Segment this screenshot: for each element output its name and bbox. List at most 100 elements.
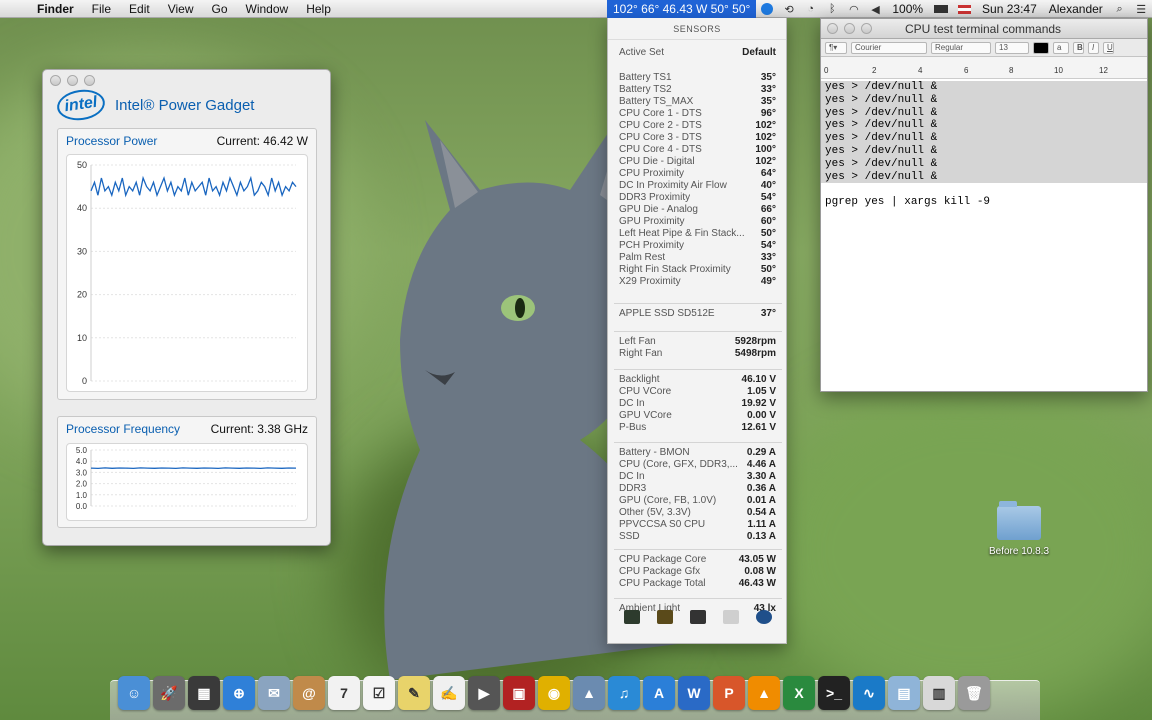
battery-icon[interactable] xyxy=(934,2,949,16)
itunes-icon[interactable]: ♫ xyxy=(608,676,640,710)
menu-edit[interactable]: Edit xyxy=(120,0,159,18)
sensor-row[interactable]: CPU Core 3 - DTS 102° xyxy=(608,132,788,144)
active-set-row[interactable]: Active Set Default xyxy=(608,47,788,59)
sensor-row[interactable]: DDR3 Proximity 54° xyxy=(608,192,788,204)
memory-icon[interactable] xyxy=(657,610,674,624)
launchpad-icon[interactable]: 🚀 xyxy=(153,676,185,710)
volume-icon[interactable]: ◀ xyxy=(870,2,882,16)
paragraph-style-select[interactable]: ¶▾ xyxy=(825,41,847,54)
menu-window[interactable]: Window xyxy=(237,0,298,18)
mail-icon[interactable]: ✉ xyxy=(258,676,290,710)
powerpoint-icon[interactable]: P xyxy=(713,676,745,710)
photo-booth-icon[interactable]: ▣ xyxy=(503,676,535,710)
sensor-row[interactable]: GPU Proximity 60° xyxy=(608,216,788,228)
time-machine-icon[interactable]: ⟲ xyxy=(783,2,795,16)
italic-button[interactable]: I xyxy=(1088,41,1099,54)
minimize-button[interactable] xyxy=(67,75,78,86)
sensor-row[interactable]: P-Bus 12.61 V xyxy=(608,422,788,434)
menu-help[interactable]: Help xyxy=(297,0,340,18)
word-icon[interactable]: W xyxy=(678,676,710,710)
facetime-icon[interactable]: ▶ xyxy=(468,676,500,710)
sensor-row[interactable]: PCH Proximity 54° xyxy=(608,240,788,252)
sensor-row[interactable]: CPU Core 2 - DTS 102° xyxy=(608,120,788,132)
close-button[interactable] xyxy=(827,23,838,34)
sensor-row[interactable]: PPVCCSA S0 CPU 1.11 A xyxy=(608,519,788,531)
sensor-row[interactable]: Backlight 46.10 V xyxy=(608,374,788,386)
sensor-row[interactable]: GPU Die - Analog 66° xyxy=(608,204,788,216)
contacts-icon[interactable]: @ xyxy=(293,676,325,710)
sensor-row[interactable]: Other (5V, 3.3V) 0.54 A xyxy=(608,507,788,519)
sensor-row[interactable]: CPU Core 1 - DTS 96° xyxy=(608,108,788,120)
trash-icon[interactable]: 🗑 xyxy=(958,676,990,710)
sensor-row[interactable]: DDR3 0.36 A xyxy=(608,483,788,495)
sensor-row[interactable]: APPLE SSD SD512E 37° xyxy=(608,308,788,320)
finder-icon[interactable]: ☺ xyxy=(118,676,150,710)
sensor-row[interactable]: DC In 3.30 A xyxy=(608,471,788,483)
ruler[interactable]: 0 2 4 6 8 10 12 xyxy=(821,57,1147,79)
sensor-row[interactable]: CPU Core 4 - DTS 100° xyxy=(608,144,788,156)
sensor-row[interactable]: Battery TS_MAX 35° xyxy=(608,96,788,108)
sensor-row[interactable]: CPU VCore 1.05 V xyxy=(608,386,788,398)
font-size-select[interactable]: 13 xyxy=(995,41,1029,54)
menu-user[interactable]: Alexander xyxy=(1043,0,1109,18)
sensor-row[interactable]: DC In Proximity Air Flow 40° xyxy=(608,180,788,192)
menu-app-finder[interactable]: Finder xyxy=(28,0,83,18)
sensor-row[interactable]: GPU VCore 0.00 V xyxy=(608,410,788,422)
iphoto-icon[interactable]: ▲ xyxy=(573,676,605,710)
terminal-icon[interactable]: >_ xyxy=(818,676,850,710)
sensor-row[interactable]: CPU Package Core 43.05 W xyxy=(608,554,788,566)
status-dot-icon[interactable] xyxy=(761,2,774,16)
sensor-row[interactable]: SSD 0.13 A xyxy=(608,531,788,543)
sensor-row[interactable]: DC In 19.92 V xyxy=(608,398,788,410)
text-line[interactable]: yes > /dev/null & xyxy=(821,170,1147,184)
text-line[interactable]: yes > /dev/null & xyxy=(821,119,1147,133)
activity-monitor-icon[interactable] xyxy=(624,610,641,624)
text-line[interactable]: yes > /dev/null & xyxy=(821,106,1147,120)
menu-file[interactable]: File xyxy=(83,0,120,18)
reminders-icon[interactable]: ☑ xyxy=(363,676,395,710)
safari-icon[interactable]: ⊕ xyxy=(223,676,255,710)
sensor-row[interactable]: Battery TS1 35° xyxy=(608,72,788,84)
notification-icon[interactable]: ◔ xyxy=(805,2,817,16)
documents-folder-icon[interactable]: ▤ xyxy=(888,676,920,710)
text-line-blank[interactable] xyxy=(821,183,1147,196)
bold-button[interactable]: B xyxy=(1073,41,1084,54)
kill-command-line[interactable]: pgrep yes | xargs kill -9 xyxy=(821,196,1147,209)
close-button[interactable] xyxy=(50,75,61,86)
minimize-button[interactable] xyxy=(844,23,855,34)
sensor-row[interactable]: Battery TS2 33° xyxy=(608,84,788,96)
app-store-icon[interactable]: A xyxy=(643,676,675,710)
zoom-button[interactable] xyxy=(84,75,95,86)
preferences-icon[interactable] xyxy=(755,610,772,624)
sensor-row[interactable]: Left Fan 5928rpm xyxy=(608,336,788,348)
sensor-row[interactable]: CPU Proximity 64° xyxy=(608,168,788,180)
sensor-row[interactable]: Palm Rest 33° xyxy=(608,252,788,264)
terminal-icon[interactable] xyxy=(689,610,706,624)
text-line[interactable]: yes > /dev/null & xyxy=(821,93,1147,107)
menu-view[interactable]: View xyxy=(159,0,203,18)
text-line[interactable]: yes > /dev/null & xyxy=(821,81,1147,94)
downloads-folder-icon[interactable]: ▥ xyxy=(923,676,955,710)
sensor-row[interactable]: CPU Package Total 46.43 W xyxy=(608,578,788,590)
menu-clock[interactable]: Sun 23:47 xyxy=(976,0,1043,18)
textedit-icon[interactable]: ✍ xyxy=(433,676,465,710)
bluetooth-icon[interactable]: ᛒ xyxy=(827,2,839,16)
disk-utility-icon[interactable] xyxy=(722,610,739,624)
highlight-color-swatch[interactable]: a xyxy=(1053,41,1069,54)
notification-center-icon[interactable]: ☰ xyxy=(1135,2,1147,16)
wifi-icon[interactable]: ◠ xyxy=(848,2,860,16)
sensor-readout-status[interactable]: 102° 66° 46.43 W 50° 50° xyxy=(607,0,757,18)
font-family-select[interactable]: Courier xyxy=(851,41,927,54)
sensor-row[interactable]: Right Fan 5498rpm xyxy=(608,348,788,360)
zoom-button[interactable] xyxy=(861,23,872,34)
calendar-icon[interactable]: 7 xyxy=(328,676,360,710)
sensor-row[interactable]: CPU (Core, GFX, DDR3,... 4.46 A xyxy=(608,459,788,471)
font-style-select[interactable]: Regular xyxy=(931,41,991,54)
text-line[interactable]: yes > /dev/null & xyxy=(821,132,1147,145)
chrome-icon[interactable]: ◉ xyxy=(538,676,570,710)
sensor-row[interactable]: GPU (Core, FB, 1.0V) 0.01 A xyxy=(608,495,788,507)
sensor-row[interactable]: CPU Package Gfx 0.08 W xyxy=(608,566,788,578)
desktop-folder[interactable]: Before 10.8.3 xyxy=(985,501,1053,557)
vlc-icon[interactable]: ▲ xyxy=(748,676,780,710)
document-text-area[interactable]: yes > /dev/null & yes > /dev/null & yes … xyxy=(821,79,1147,209)
